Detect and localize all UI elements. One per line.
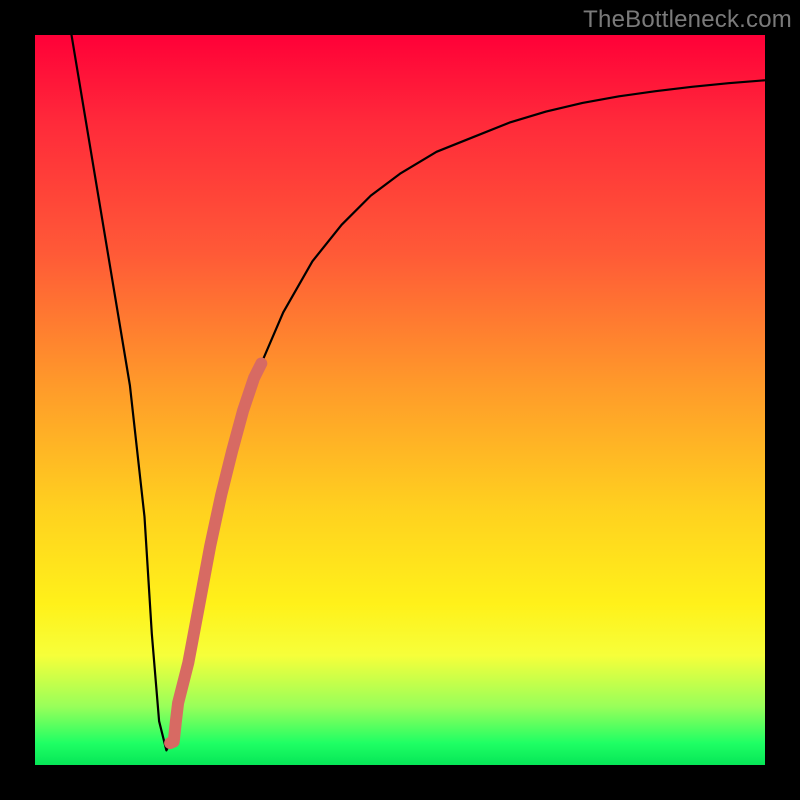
bottleneck-curve [72, 35, 766, 750]
watermark-text: TheBottleneck.com [583, 6, 792, 34]
highlight-segment [170, 364, 261, 744]
plot-area [35, 35, 765, 765]
chart-frame: TheBottleneck.com [0, 0, 800, 800]
curve-overlay [35, 35, 765, 765]
